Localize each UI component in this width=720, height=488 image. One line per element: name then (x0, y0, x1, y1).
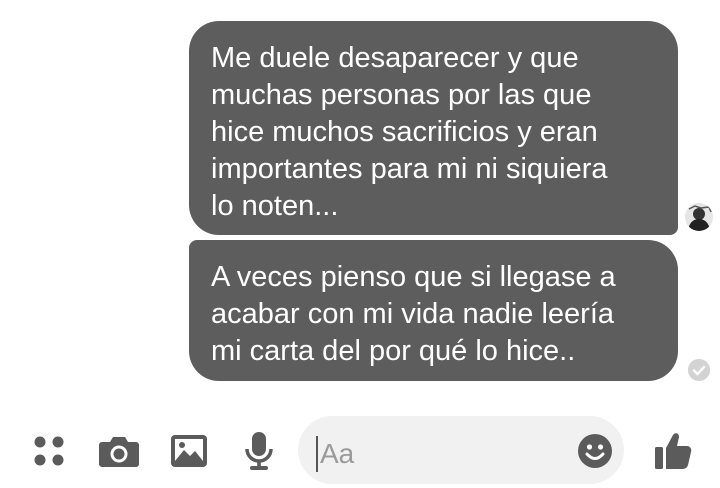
text-cursor (316, 436, 318, 472)
thumbs-up-icon[interactable] (650, 428, 696, 474)
composer-bar: Aa (0, 410, 720, 488)
message-bubble[interactable]: A veces pienso que si llegase a acabar c… (189, 240, 678, 381)
check-circle-icon (688, 359, 710, 381)
message-input-placeholder: Aa (320, 438, 355, 469)
message-bubble[interactable]: Me duele desaparecer y que muchas person… (189, 21, 678, 235)
avatar-image (685, 203, 713, 231)
emoji-icon[interactable] (572, 428, 618, 474)
microphone-icon[interactable] (236, 428, 282, 474)
image-icon[interactable] (166, 428, 212, 474)
message-thread: Me duele desaparecer y que muchas person… (0, 0, 720, 400)
camera-icon[interactable] (96, 428, 142, 474)
apps-icon[interactable] (26, 428, 72, 474)
avatar[interactable] (685, 203, 713, 231)
